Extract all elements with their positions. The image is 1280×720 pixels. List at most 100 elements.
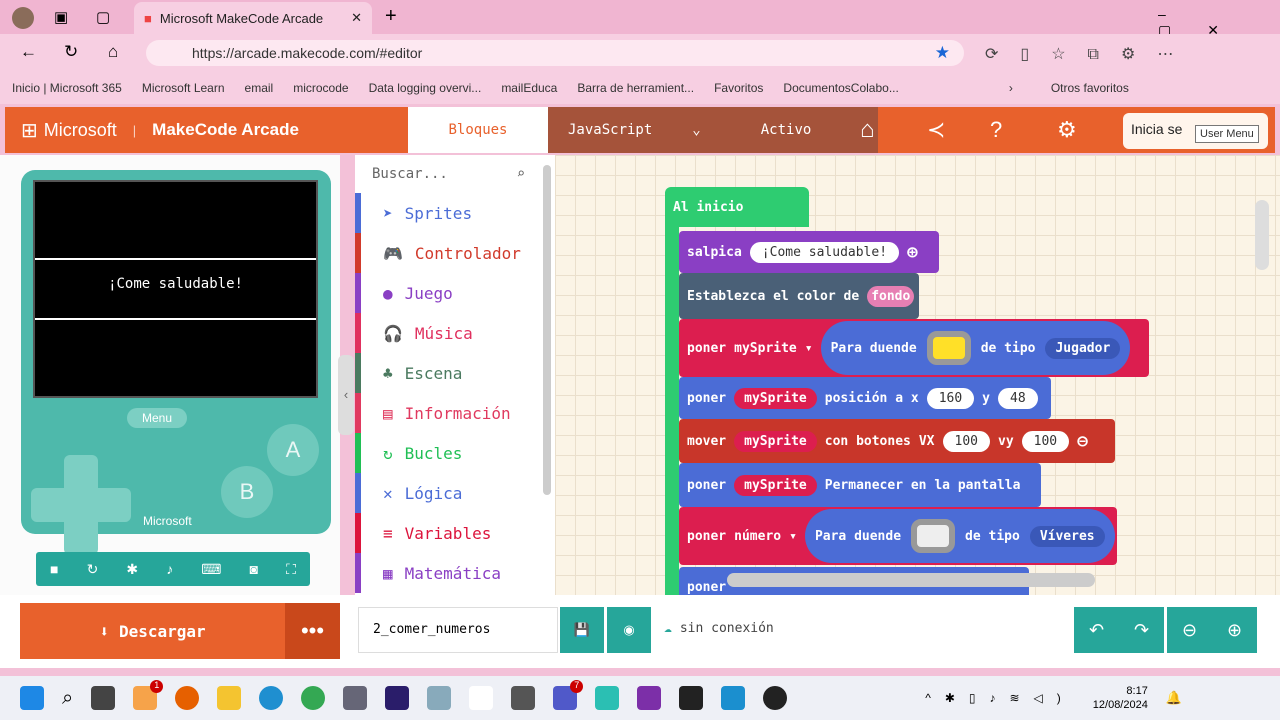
undo-icon[interactable]: ↶	[1089, 620, 1104, 641]
tab-blocks[interactable]: Bloques	[408, 107, 548, 153]
browser-tab[interactable]: ■ Microsoft MakeCode Arcade ✕	[134, 2, 372, 34]
fullscreen-icon[interactable]: ⛶	[286, 561, 296, 578]
set-background-block[interactable]: Establezca el color de fondo	[679, 273, 919, 319]
more-options-button[interactable]: •••	[285, 603, 340, 659]
obs-icon[interactable]	[763, 686, 788, 710]
vertical-scrollbar[interactable]	[1255, 200, 1269, 270]
chevron-down-icon[interactable]: ⌄	[692, 122, 700, 138]
kind-dropdown[interactable]: Jugador	[1045, 337, 1121, 359]
other-favorites[interactable]: Otros favoritos	[1051, 81, 1129, 95]
variable-dropdown[interactable]: mySprite	[734, 474, 817, 496]
save-button[interactable]: 💾	[560, 607, 604, 653]
keyboard-icon[interactable]: ⌨	[201, 561, 221, 578]
system-tray[interactable]: ^✱▯♪≋◁)	[925, 691, 1075, 705]
bookmark[interactable]: mailEduca	[501, 81, 557, 95]
file-explorer-icon[interactable]	[217, 686, 242, 710]
splash-block[interactable]: salpica ¡Come saludable! ⊕	[679, 231, 939, 273]
menu-button[interactable]: Menu	[127, 408, 187, 428]
teams-icon[interactable]: 7	[553, 680, 584, 710]
vx-field[interactable]: 100	[942, 430, 990, 452]
move-with-buttons-block[interactable]: mover mySprite con botones VX 100 vy 100 ⊖	[679, 419, 1115, 463]
variable-dropdown[interactable]: mySprite	[734, 341, 797, 356]
a-button[interactable]: A	[267, 424, 319, 476]
toolbox-category-3[interactable]: 🎧 Música	[355, 313, 555, 353]
variable-dropdown[interactable]: mySprite	[734, 387, 817, 409]
y-field[interactable]: 48	[998, 387, 1038, 409]
home-icon[interactable]: ⌂	[860, 116, 875, 144]
toolbox-category-6[interactable]: ↻ Bucles	[355, 433, 555, 473]
share-icon[interactable]: ≺	[927, 117, 945, 143]
stop-icon[interactable]: ■	[50, 561, 58, 577]
restart-icon[interactable]: ↻	[87, 561, 99, 578]
set-sprite-block[interactable]: poner mySprite ▾ Para duende de tipo Jugador	[679, 319, 1149, 377]
toolbox-category-5[interactable]: ▤ Información	[355, 393, 555, 433]
sprite-image-field[interactable]	[911, 519, 956, 553]
color-field[interactable]: fondo	[867, 285, 915, 307]
back-icon[interactable]: ←	[20, 42, 37, 62]
bookmark[interactable]: Barra de herramient...	[577, 81, 694, 95]
screenshot-icon[interactable]: ◙	[250, 561, 258, 577]
tab-javascript[interactable]: JavaScript	[568, 122, 652, 138]
profile-avatar[interactable]	[12, 7, 34, 29]
help-icon[interactable]: ?	[990, 117, 1002, 143]
browser-toolbar-icons[interactable]: ⟳▯☆⧉⚙⋯	[985, 44, 1195, 64]
github-button[interactable]: ◉	[607, 607, 651, 653]
app-icon[interactable]	[595, 686, 620, 710]
kind-dropdown[interactable]: Víveres	[1029, 525, 1105, 547]
tab-assets[interactable]: Activo	[761, 122, 812, 138]
toolbox-category-9[interactable]: ▦ Matemática	[355, 553, 555, 593]
start-icon[interactable]	[20, 686, 44, 710]
task-view-icon[interactable]	[91, 686, 116, 710]
remove-icon[interactable]: ⊖	[1077, 431, 1088, 452]
toolbox-category-2[interactable]: ● Juego	[355, 273, 555, 313]
toolbox-scrollbar[interactable]	[543, 165, 551, 495]
bookmark[interactable]: Data logging overvi...	[369, 81, 482, 95]
toolbox-category-0[interactable]: ➤ Sprites	[355, 193, 555, 233]
game-screen[interactable]: ¡Come saludable!	[33, 180, 318, 398]
horizontal-scrollbar[interactable]	[727, 573, 1095, 587]
set-number-sprite-block[interactable]: poner número ▾ Para duende de tipo Víveres	[679, 507, 1117, 565]
search-icon[interactable]: ⌕	[62, 687, 73, 710]
b-button[interactable]: B	[221, 466, 273, 518]
settings-icon[interactable]: ⚙	[1057, 117, 1077, 143]
zoom-out-icon[interactable]: ⊖	[1182, 620, 1197, 641]
blocks-workspace[interactable]: Al inicio salpica ¡Come saludable! ⊕ Estab…	[555, 155, 1280, 595]
app-icon[interactable]	[637, 686, 662, 710]
splash-text-field[interactable]: ¡Come saludable!	[749, 241, 900, 263]
tab-actions-icon[interactable]: ▢	[96, 8, 110, 26]
project-name-input[interactable]: 2_comer_numeros	[358, 607, 558, 653]
audition-icon[interactable]	[385, 686, 410, 710]
refresh-icon[interactable]: ↻	[64, 42, 78, 62]
bookmark[interactable]: DocumentosColabo...	[783, 81, 898, 95]
toolbox-category-7[interactable]: ✕ Lógica	[355, 473, 555, 513]
home-icon[interactable]: ⌂	[108, 42, 118, 62]
sound-icon[interactable]: ♪	[166, 561, 173, 577]
toolbox-search[interactable]: Buscar... ⌕	[355, 155, 555, 193]
app-icon[interactable]	[427, 686, 452, 710]
variable-dropdown[interactable]: mySprite	[734, 430, 817, 452]
app-icon[interactable]	[469, 686, 494, 710]
on-start-block[interactable]: Al inicio	[665, 187, 809, 227]
notifications-icon[interactable]: 🔔	[1166, 690, 1182, 706]
url-input[interactable]: https://arcade.makecode.com/#editor ★	[146, 40, 964, 66]
gimp-icon[interactable]	[511, 686, 536, 710]
app-icon[interactable]: 1	[133, 680, 164, 710]
bookmark[interactable]: Microsoft Learn	[142, 81, 225, 95]
workspaces-icon[interactable]: ▣	[54, 8, 68, 26]
bookmark[interactable]: Inicio | Microsoft 365	[12, 81, 122, 95]
debug-icon[interactable]: ✱	[126, 561, 138, 578]
app-icon[interactable]	[679, 686, 704, 710]
dpad[interactable]	[31, 455, 131, 555]
variable-dropdown[interactable]: número	[734, 529, 781, 544]
collapse-sim-icon[interactable]: ‹	[338, 355, 354, 435]
zoom-in-icon[interactable]: ⊕	[1227, 620, 1242, 641]
favorite-star-icon[interactable]: ★	[935, 43, 950, 63]
stay-in-screen-block[interactable]: poner mySprite Permanecer en la pantalla	[679, 463, 1041, 507]
edge-icon[interactable]	[259, 686, 284, 710]
bookmarks-more-icon[interactable]: ›	[1009, 81, 1013, 95]
firefox-icon[interactable]	[175, 686, 200, 710]
sprite-image-field[interactable]	[926, 331, 971, 365]
set-position-block[interactable]: poner mySprite posición a x 160 y 48	[679, 377, 1051, 419]
close-tab-icon[interactable]: ✕	[351, 10, 362, 26]
bookmark[interactable]: Favoritos	[714, 81, 763, 95]
